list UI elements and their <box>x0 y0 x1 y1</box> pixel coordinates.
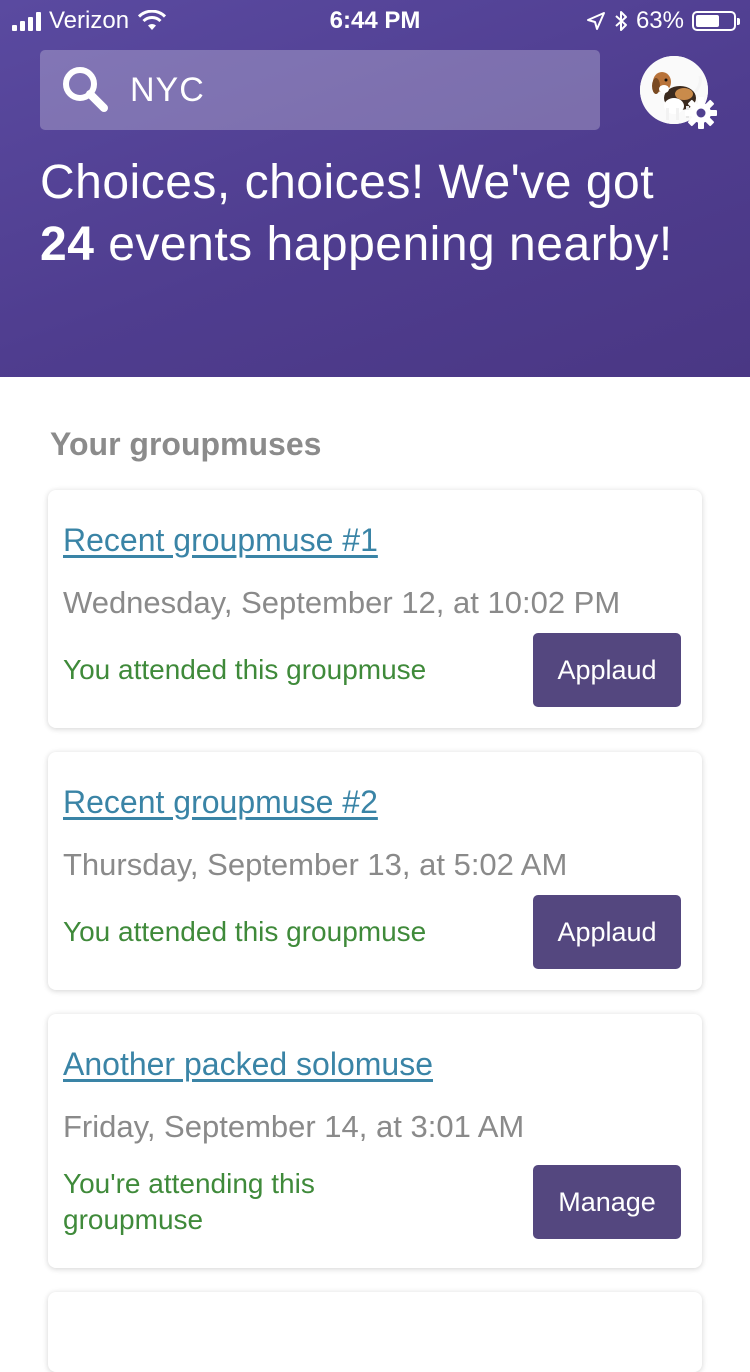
location-arrow-icon <box>586 12 605 30</box>
headline-prefix: Choices, choices! We've got <box>40 156 655 209</box>
applaud-button[interactable]: Applaud <box>533 895 681 969</box>
manage-button[interactable]: Manage <box>533 1165 681 1239</box>
event-title-link[interactable]: Recent groupmuse #2 <box>63 784 378 821</box>
event-card-partial <box>48 1292 702 1372</box>
search-value[interactable]: NYC <box>130 71 205 110</box>
headline: Choices, choices! We've got 24 events ha… <box>40 152 720 276</box>
battery-fill <box>696 15 719 27</box>
battery-percent: 63% <box>635 7 684 34</box>
header: Verizon 6:44 PM 63% NYC Choices, choices… <box>0 0 750 377</box>
event-card: Recent groupmuse #2 Thursday, September … <box>48 752 702 990</box>
search-input[interactable]: NYC <box>40 50 600 130</box>
attendance-status: You attended this groupmuse <box>63 654 427 685</box>
event-date: Friday, September 14, at 3:01 AM <box>63 1109 525 1144</box>
applaud-button[interactable]: Applaud <box>533 633 681 707</box>
event-title-link[interactable]: Recent groupmuse #1 <box>63 522 378 559</box>
battery-icon <box>692 11 740 31</box>
bluetooth-icon <box>615 11 627 31</box>
gear-icon[interactable] <box>684 96 718 130</box>
attendance-status: You're attending this groupmuse <box>63 1168 315 1235</box>
status-bar: Verizon 6:44 PM 63% <box>0 0 750 40</box>
event-count: 24 <box>40 218 95 271</box>
event-title-link[interactable]: Another packed solomuse <box>63 1046 433 1083</box>
event-date: Wednesday, September 12, at 10:02 PM <box>63 585 621 620</box>
event-card: Recent groupmuse #1 Wednesday, September… <box>48 490 702 728</box>
search-icon <box>63 67 108 112</box>
status-right: 63% <box>586 7 740 35</box>
headline-suffix: events happening nearby! <box>108 218 673 271</box>
section-title: Your groupmuses <box>50 426 322 462</box>
attendance-status: You attended this groupmuse <box>63 916 427 947</box>
event-date: Thursday, September 13, at 5:02 AM <box>63 847 568 882</box>
event-card: Another packed solomuse Friday, Septembe… <box>48 1014 702 1268</box>
profile-settings-button[interactable] <box>640 56 720 132</box>
